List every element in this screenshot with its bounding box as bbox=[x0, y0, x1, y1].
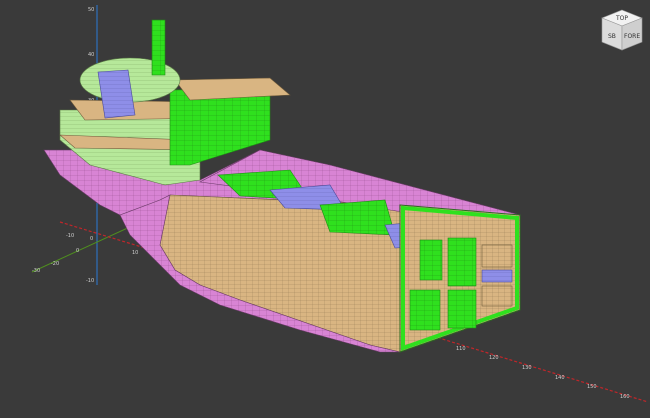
tick-label: 160 bbox=[620, 394, 630, 400]
view-cube-top-label: TOP bbox=[615, 15, 628, 22]
superstructure-top-tan bbox=[174, 77, 291, 101]
tick-label: 50 bbox=[88, 7, 94, 13]
view-cube-left-label: SB bbox=[608, 33, 616, 40]
longitudinal-axis-ticks: 110 120 130 140 150 160 bbox=[456, 346, 630, 400]
compartment-green-1 bbox=[419, 239, 443, 281]
compartment-green-2 bbox=[447, 237, 477, 287]
tick-label: 130 bbox=[522, 365, 532, 371]
compartment-tan-2 bbox=[481, 285, 513, 307]
exhaust-stack-green bbox=[151, 19, 166, 76]
compartment-green-3 bbox=[409, 289, 441, 331]
view-cube[interactable]: TOP SB FORE bbox=[600, 8, 644, 52]
compartment-green-4 bbox=[447, 289, 477, 329]
ship-hull-model bbox=[43, 19, 522, 353]
tick-label: -10 bbox=[66, 233, 74, 239]
compartment-purple-1 bbox=[481, 269, 513, 283]
tick-label: -10 bbox=[86, 278, 94, 284]
tick-label: 10 bbox=[132, 250, 138, 256]
tick-label: -30 bbox=[32, 268, 40, 274]
tick-label: 40 bbox=[88, 52, 94, 58]
tick-label: 0 bbox=[90, 236, 93, 242]
deck-opening-3 bbox=[319, 199, 396, 236]
compartment-tan-1 bbox=[481, 244, 513, 268]
tick-label: 0 bbox=[76, 248, 79, 254]
tick-label: -20 bbox=[51, 261, 59, 267]
tick-label: 110 bbox=[456, 346, 466, 352]
view-cube-right-label: FORE bbox=[624, 33, 640, 40]
tick-label: 140 bbox=[555, 375, 565, 381]
tick-label: 150 bbox=[587, 384, 597, 390]
tick-label: 120 bbox=[489, 355, 499, 361]
3d-viewport[interactable]: 50 40 30 20 10 0 -10 -30 -20 -10 0 10 20… bbox=[0, 0, 650, 418]
